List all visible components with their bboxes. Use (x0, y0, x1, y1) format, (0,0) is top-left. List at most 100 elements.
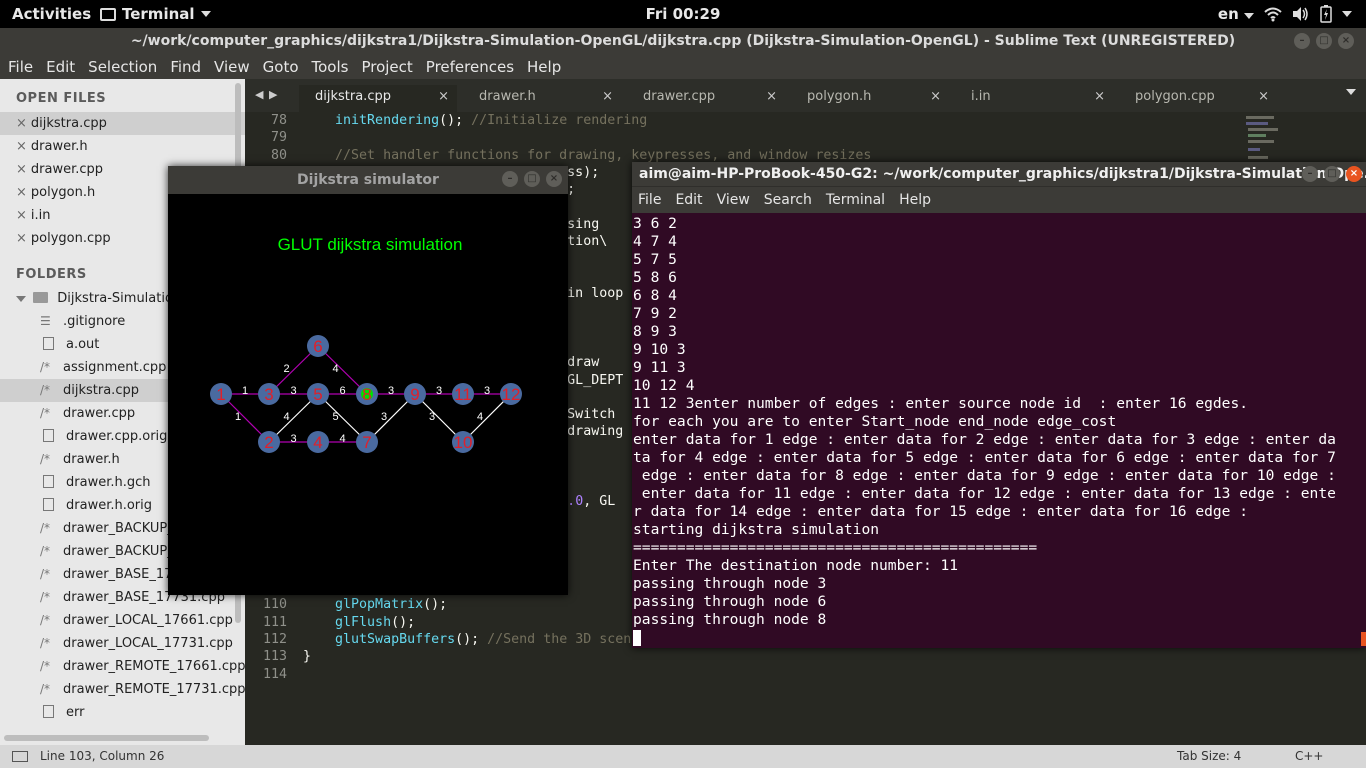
tab-label: drawer.cpp (643, 89, 716, 104)
tab-i-in[interactable]: i.in × (955, 85, 1113, 112)
terminal-title-bar[interactable]: aim@aim-HP-ProBook-450-G2: ~/work/comput… (632, 162, 1366, 186)
tab-close-icon[interactable]: × (766, 85, 777, 109)
activities-button[interactable]: Activities (12, 5, 91, 23)
close-file-icon[interactable]: × (16, 162, 27, 177)
tab-dijkstra-cpp[interactable]: dijkstra.cpp × (299, 85, 457, 112)
menu-find[interactable]: Find (170, 55, 212, 79)
folder-file-label: assignment.cpp (63, 360, 167, 375)
graph-canvas[interactable]: GLUT dijkstra simulation 1132 46 3 3 33 44 5 3 3… (168, 194, 568, 595)
glut-title-bar[interactable]: Dijkstra simulator – □ × (168, 166, 568, 194)
minimize-button[interactable]: – (1302, 166, 1318, 182)
node-label: 7 (362, 433, 371, 452)
tab-size-indicator[interactable]: Tab Size: 4 (1177, 745, 1241, 768)
language-indicator[interactable]: en (1218, 5, 1254, 23)
menu-tools[interactable]: Tools (312, 55, 360, 79)
edge-weight: 3 (429, 411, 435, 423)
maximize-button[interactable]: □ (1324, 166, 1340, 182)
folder-file-item[interactable]: /* drawer_LOCAL_17661.cpp (0, 609, 245, 632)
terminal-menu-help[interactable]: Help (899, 187, 931, 213)
close-file-icon[interactable]: × (16, 185, 27, 200)
terminal-output[interactable]: 3 6 24 7 45 7 55 8 66 8 47 9 28 9 39 10 … (633, 213, 1361, 647)
code-file-icon: /* (40, 383, 51, 397)
menu-goto[interactable]: Goto (263, 55, 310, 79)
close-button[interactable]: × (1346, 166, 1362, 182)
close-file-icon[interactable]: × (16, 139, 27, 154)
terminal-line: 9 11 3 (633, 359, 686, 376)
terminal-menu-view[interactable]: View (717, 187, 750, 213)
tab-polygon-cpp[interactable]: polygon.cpp × (1119, 85, 1277, 112)
top-panel: Activities Terminal Fri 00:29 en (0, 0, 1366, 28)
terminal-menu-terminal[interactable]: Terminal (826, 187, 885, 213)
menu-edit[interactable]: Edit (46, 55, 86, 79)
menu-selection[interactable]: Selection (88, 55, 168, 79)
sidebar-horizontal-scrollbar[interactable] (4, 735, 209, 741)
tab-close-icon[interactable]: × (438, 85, 449, 109)
maximize-button[interactable]: □ (524, 171, 540, 187)
folder-label: Dijkstra-Simulation- (57, 291, 186, 306)
battery-icon[interactable] (1320, 5, 1332, 23)
menu-help[interactable]: Help (527, 55, 572, 79)
terminal-menu-edit[interactable]: Edit (675, 187, 702, 213)
minimize-button[interactable]: – (502, 171, 518, 187)
menu-project[interactable]: Project (361, 55, 423, 79)
folder-file-item[interactable]: /* drawer_LOCAL_17731.cpp (0, 632, 245, 655)
glut-window-title: Dijkstra simulator (297, 172, 439, 188)
close-button[interactable]: × (546, 171, 562, 187)
terminal-menu-file[interactable]: File (638, 187, 661, 213)
terminal-menubar: File Edit View Search Terminal Help (632, 186, 1366, 213)
tab-drawer-h[interactable]: drawer.h × (463, 85, 621, 112)
tab-close-icon[interactable]: × (930, 85, 941, 109)
node-label: 8 (362, 385, 371, 404)
glut-window[interactable]: Dijkstra simulator – □ × GLUT dijkstra s… (168, 166, 568, 595)
wifi-icon[interactable] (1264, 6, 1282, 22)
folder-file-label: drawer_BACKUP_1 (63, 544, 182, 559)
close-file-icon[interactable]: × (16, 116, 27, 131)
close-file-icon[interactable]: × (16, 231, 27, 246)
folder-file-item[interactable]: /* drawer_REMOTE_17661.cpp (0, 655, 245, 678)
menu-file[interactable]: File (8, 55, 44, 79)
close-file-icon[interactable]: × (16, 208, 27, 223)
menu-preferences[interactable]: Preferences (426, 55, 525, 79)
edge-weight: 6 (339, 385, 345, 397)
open-file-item[interactable]: × drawer.h (0, 135, 245, 158)
syntax-indicator[interactable]: C++ (1295, 745, 1324, 768)
terminal-scroll-indicator[interactable] (1361, 632, 1366, 646)
tab-close-icon[interactable]: × (602, 85, 613, 109)
node-label: 1 (216, 385, 225, 404)
folder-file-label: a.out (66, 337, 100, 352)
folder-file-label: drawer.h (63, 452, 120, 467)
tab-polygon-h[interactable]: polygon.h × (791, 85, 949, 112)
terminal-window[interactable]: aim@aim-HP-ProBook-450-G2: ~/work/comput… (632, 162, 1366, 648)
folder-file-item[interactable]: /* drawer_REMOTE_17731.cpp (0, 678, 245, 701)
terminal-menu-search[interactable]: Search (764, 187, 812, 213)
panel-toggle-icon[interactable] (12, 751, 28, 762)
close-button[interactable]: × (1338, 33, 1354, 49)
terminal-line: for each you are to enter Start_node end… (633, 413, 1117, 430)
code-line: glPopMatrix(); (335, 597, 448, 613)
sublime-title-bar[interactable]: ~/work/computer_graphics/dijkstra1/Dijks… (0, 28, 1366, 55)
folder-file-label: drawer_BASE_176 (63, 567, 181, 582)
open-file-label: i.in (30, 208, 51, 223)
minimize-button[interactable]: – (1294, 33, 1310, 49)
volume-icon[interactable] (1292, 6, 1310, 22)
tab-drawer-cpp[interactable]: drawer.cpp × (627, 85, 785, 112)
tab-label: i.in (971, 89, 991, 104)
tab-close-icon[interactable]: × (1258, 85, 1269, 109)
tab-close-icon[interactable]: × (1094, 85, 1105, 109)
node-label: 5 (313, 385, 322, 404)
clock[interactable]: Fri 00:29 (646, 5, 721, 23)
system-menu-chevron-icon[interactable] (1342, 11, 1352, 17)
open-file-item[interactable]: × dijkstra.cpp (0, 112, 245, 135)
chevron-down-icon (1244, 13, 1254, 19)
app-menu[interactable]: Terminal (100, 5, 211, 23)
terminal-line: 6 8 4 (633, 287, 677, 304)
edge-weight: 3 (290, 433, 296, 445)
tab-scroll-right-icon[interactable]: ▶ (269, 88, 277, 101)
folder-file-label: drawer_LOCAL_17731.cpp (63, 636, 233, 651)
menu-view[interactable]: View (214, 55, 261, 79)
folder-file-item[interactable]: err (0, 701, 245, 724)
tab-scroll-left-icon[interactable]: ◀ (255, 88, 263, 101)
file-icon (43, 475, 54, 488)
tab-list-chevron-icon[interactable] (1346, 89, 1356, 95)
maximize-button[interactable]: □ (1316, 33, 1332, 49)
